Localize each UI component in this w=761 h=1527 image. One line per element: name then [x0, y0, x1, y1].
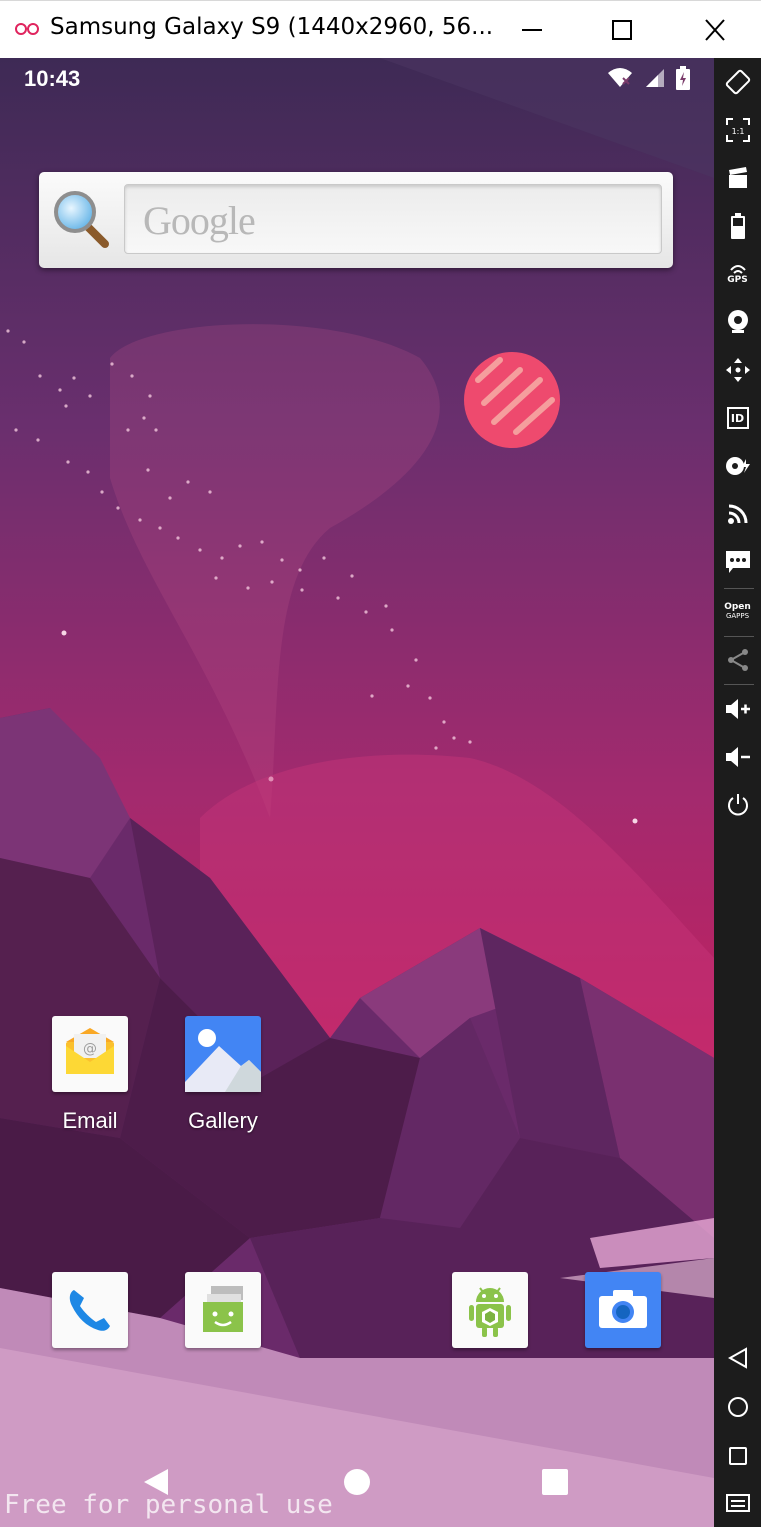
search-placeholder: Google: [143, 198, 256, 243]
close-button[interactable]: [695, 13, 735, 47]
toolbar-home-button[interactable]: [714, 1387, 761, 1427]
gallery-icon[interactable]: [185, 1016, 261, 1092]
rotate-button[interactable]: [714, 62, 761, 102]
svg-text:1:1: 1:1: [731, 127, 744, 136]
share-button[interactable]: [714, 640, 761, 680]
gps-icon: [729, 264, 746, 274]
dock-phone[interactable]: [20, 1272, 160, 1348]
gps-label: GPS: [727, 274, 748, 285]
clapperboard-icon: [728, 167, 747, 188]
google-search-input[interactable]: Google: [124, 184, 662, 254]
volume-down-button[interactable]: [714, 737, 761, 777]
capture-button[interactable]: [714, 158, 761, 198]
minimize-button[interactable]: [512, 13, 552, 47]
move-button[interactable]: [714, 350, 761, 390]
minimize-icon: [522, 29, 542, 31]
opengapps-label-bottom: GAPPS: [725, 612, 750, 620]
magnifier-icon[interactable]: [51, 188, 111, 254]
toolbar-recents-button[interactable]: [714, 1436, 761, 1476]
disk-bolt-icon: [725, 457, 750, 475]
disk-io-button[interactable]: [714, 446, 761, 486]
google-search-widget[interactable]: Google: [39, 172, 673, 268]
status-clock: 10:43: [24, 66, 81, 91]
battery-charging-icon: [676, 66, 690, 90]
app-label-email: Email: [62, 1108, 118, 1133]
status-bar: 10:43: [0, 58, 714, 102]
cell-signal-icon: [646, 69, 664, 87]
volume-up-icon: [725, 699, 750, 719]
dock-camera[interactable]: [553, 1272, 693, 1348]
android-apk-icon[interactable]: [452, 1272, 528, 1348]
emulator-toolbar: 1:1 GPS ID Open GAPPS: [714, 58, 761, 1527]
app-label-gallery: Gallery: [188, 1108, 258, 1133]
window-title: Samsung Galaxy S9 (1440x2960, 56...: [50, 14, 494, 40]
sms-button[interactable]: [714, 542, 761, 582]
nav-home-button[interactable]: [342, 1467, 372, 1501]
wifi-off-icon: [608, 68, 632, 87]
toolbar-menu-button[interactable]: [714, 1483, 761, 1523]
maximize-icon: [612, 20, 632, 40]
genymotion-logo-icon: [14, 19, 42, 43]
power-icon: [727, 794, 748, 816]
back-outline-icon: [727, 1347, 747, 1369]
window-titlebar: Samsung Galaxy S9 (1440x2960, 56...: [0, 0, 761, 58]
dock-apk-installer[interactable]: [420, 1272, 560, 1348]
pixel-perfect-button[interactable]: 1:1: [714, 110, 761, 150]
battery-button[interactable]: [714, 206, 761, 246]
webcam-button[interactable]: [714, 302, 761, 342]
nav-recents-button[interactable]: [540, 1467, 570, 1501]
battery-icon: [730, 213, 745, 239]
share-icon: [727, 649, 748, 671]
opengapps-label-top: Open: [724, 602, 751, 612]
message-dots-icon: [725, 551, 750, 573]
menu-icon: [725, 1494, 750, 1512]
webcam-icon: [727, 310, 748, 333]
app-email[interactable]: @ Email: [20, 1016, 160, 1134]
rss-icon: [727, 504, 747, 524]
phone-screen[interactable]: 10:43 Google @ Email Gallery: [0, 58, 714, 1527]
recents-outline-icon: [728, 1447, 747, 1465]
camera-icon[interactable]: [585, 1272, 661, 1348]
move-arrows-icon: [725, 358, 750, 382]
svg-text:@: @: [83, 1041, 97, 1057]
dock-messaging[interactable]: [153, 1272, 293, 1348]
opengapps-button[interactable]: Open GAPPS: [714, 592, 761, 632]
power-button[interactable]: [714, 785, 761, 825]
volume-down-icon: [725, 747, 750, 767]
gps-button[interactable]: GPS: [714, 254, 761, 294]
id-label: ID: [730, 411, 745, 425]
home-outline-icon: [727, 1397, 748, 1417]
network-button[interactable]: [714, 494, 761, 534]
close-icon: [705, 19, 725, 41]
volume-up-button[interactable]: [714, 689, 761, 729]
device-id-button[interactable]: ID: [714, 398, 761, 438]
scale-one-to-one-icon: 1:1: [725, 118, 750, 142]
phone-icon[interactable]: [52, 1272, 128, 1348]
maximize-button[interactable]: [602, 13, 642, 47]
home-icon: [344, 1469, 370, 1495]
messaging-icon[interactable]: [185, 1272, 261, 1348]
rotate-icon: [725, 69, 750, 95]
email-icon[interactable]: @: [52, 1016, 128, 1092]
app-gallery[interactable]: Gallery: [153, 1016, 293, 1134]
recents-icon: [542, 1469, 568, 1495]
watermark: Free for personal use: [4, 1490, 333, 1520]
toolbar-back-button[interactable]: [714, 1338, 761, 1378]
